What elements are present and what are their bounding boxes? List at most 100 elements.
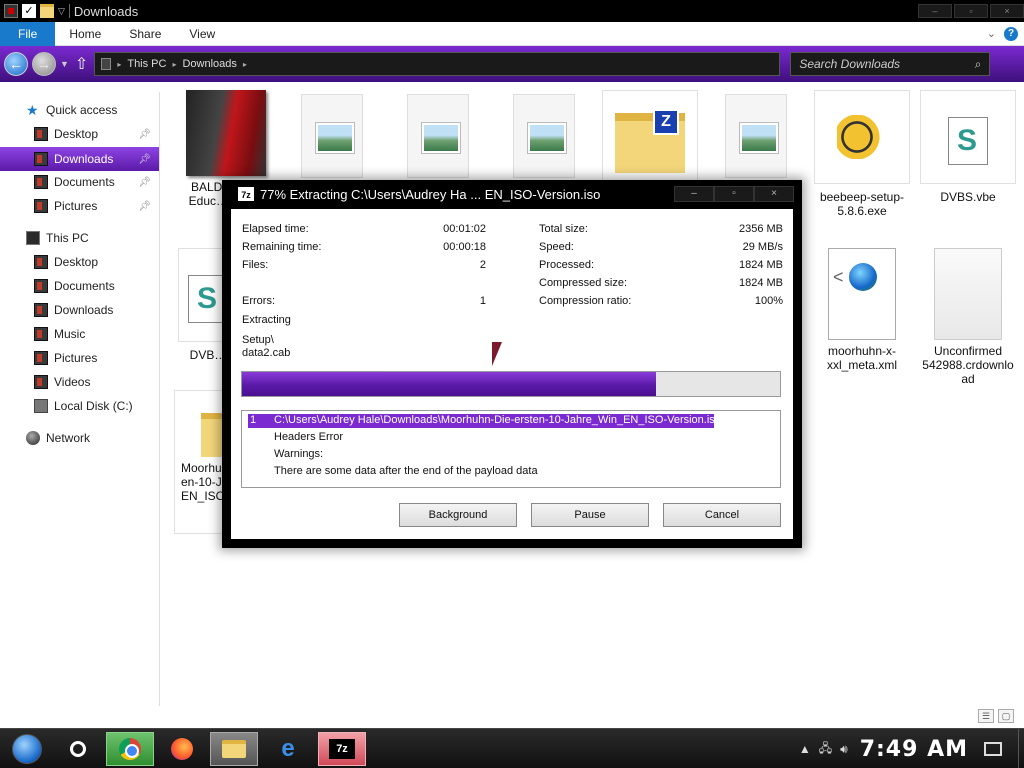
expand-ribbon-icon[interactable]: ⌄ [987,27,996,40]
tab-view[interactable]: View [175,22,229,46]
stat-label: Compression ratio: [539,295,632,307]
back-button[interactable]: ← [4,52,28,76]
system-tray: ▲ 🖧︎ 🔊︎ 7:49 AM [799,729,1024,768]
notification-center-icon[interactable] [984,742,1002,756]
dialog-body: Elapsed time: 00:01:02 Remaining time: 0… [231,209,793,539]
close-button[interactable]: × [990,4,1024,18]
tab-home[interactable]: Home [55,22,115,46]
large-icons-view-icon[interactable]: ▢ [998,709,1014,723]
background-button[interactable]: Background [399,503,517,527]
network-status-icon[interactable]: 🖧︎ [819,739,832,760]
show-desktop-button[interactable] [1018,729,1024,768]
nav-pc-downloads[interactable]: Downloads [0,298,159,322]
breadcrumb-separator[interactable]: ▸ [117,60,121,69]
file-item[interactable] [814,90,910,184]
file-item[interactable] [724,94,788,178]
start-button[interactable] [6,731,46,767]
dialog-minimize-button[interactable]: – [674,186,714,202]
minimize-button[interactable]: – [918,4,952,18]
nav-pc-pictures[interactable]: Pictures [0,346,159,370]
taskbar-file-explorer[interactable] [210,732,258,766]
nav-label: This PC [46,231,89,245]
nav-label: Pictures [54,199,98,213]
address-field[interactable]: ▸ This PC ▸ Downloads ▸ [94,52,781,76]
nav-pc-documents[interactable]: Documents [0,274,159,298]
new-folder-icon[interactable] [40,4,54,18]
file-item[interactable] [406,94,470,178]
cancel-button[interactable]: Cancel [663,503,781,527]
nav-pc-desktop[interactable]: Desktop [0,250,159,274]
file-item[interactable]: moorhuhn-x-xxl_meta.xml [814,248,910,372]
file-item[interactable] [300,94,364,178]
extract-progress-dialog: 7z 77% Extracting C:\Users\Audrey Ha ...… [222,180,802,548]
breadcrumb-separator[interactable]: ▸ [243,60,247,69]
help-icon[interactable]: ? [1004,26,1018,41]
image-file-icon [725,94,787,178]
file-item[interactable]: Unconfirmed 542988.crdownload [920,248,1016,386]
pin-icon[interactable]: 📌︎ [138,201,151,212]
show-hidden-icons-icon[interactable]: ▲ [799,742,811,756]
cortana-button[interactable] [54,732,102,766]
nav-label: Downloads [54,152,114,166]
log-selected-row[interactable]: 1 C:\Users\Audrey Hale\Downloads\Moorhuh… [248,414,721,428]
taskbar-edge[interactable]: e [264,732,312,766]
pin-icon[interactable]: 📌︎ [138,177,151,188]
breadcrumb-this-pc[interactable]: This PC [127,58,166,70]
search-icon[interactable]: ⌕ [975,57,982,72]
nav-label: Music [54,327,86,341]
file-item[interactable] [920,90,1016,184]
nav-quick-desktop[interactable]: Desktop 📌︎ [0,122,159,146]
recent-locations-icon[interactable]: ▼ [60,59,69,69]
elapsed-time-value: 00:01:02 [443,223,486,235]
nav-quick-documents[interactable]: Documents 📌︎ [0,170,159,194]
window-titlebar: ✓ ▽ Downloads – ▫ × [0,0,1024,22]
navigation-pane: ★ Quick access Desktop 📌︎ Downloads 📌︎ D… [0,92,160,706]
stat-label: Files: [242,259,269,271]
nav-pc-videos[interactable]: Videos [0,370,159,394]
breadcrumb-separator[interactable]: ▸ [172,60,176,69]
pin-icon[interactable]: 📌︎ [138,129,151,140]
file-item[interactable] [512,94,576,178]
message-log[interactable]: 1 C:\Users\Audrey Hale\Downloads\Moorhuh… [241,410,781,488]
up-button[interactable]: ⇧ [75,54,88,74]
log-index: 1 [250,414,257,426]
properties-icon[interactable]: ✓ [22,4,36,18]
file-item[interactable] [602,90,698,184]
pin-icon[interactable]: 📌︎ [138,154,151,165]
nav-pc-music[interactable]: Music [0,322,159,346]
taskbar-7zip[interactable]: 7z [318,732,366,766]
downloads-folder-icon [34,152,48,166]
file-name: Unconfirmed 542988.crdownload [922,344,1014,386]
volume-icon[interactable]: 🔊︎ [840,742,848,757]
nav-label: Pictures [54,351,98,365]
nav-network[interactable]: Network [0,426,159,450]
stat-label: Elapsed time: [242,223,309,235]
breadcrumb-downloads[interactable]: Downloads [182,58,236,70]
nav-quick-access[interactable]: ★ Quick access [0,98,159,122]
taskbar-clock[interactable]: 7:49 AM [860,737,968,762]
system-menu-icon[interactable] [4,4,18,18]
tab-file[interactable]: File [0,21,56,46]
current-file-path: Setup\ [242,334,274,346]
nav-label: Local Disk (C:) [54,399,133,413]
nav-label: Documents [54,279,115,293]
nav-pc-local-disk[interactable]: Local Disk (C:) [0,394,159,418]
nav-quick-downloads[interactable]: Downloads 📌︎ [0,147,159,171]
dialog-title: 77% Extracting C:\Users\Audrey Ha ... EN… [260,186,601,202]
customize-toolbar-icon[interactable]: ▽ [58,6,65,17]
dialog-close-button[interactable]: × [754,186,794,202]
taskbar-firefox[interactable] [158,732,206,766]
maximize-button[interactable]: ▫ [954,4,988,18]
videos-folder-icon [34,375,48,389]
dialog-maximize-button[interactable]: ▫ [714,186,754,202]
file-explorer-icon [222,740,246,758]
pause-button[interactable]: Pause [531,503,649,527]
tab-share[interactable]: Share [115,22,175,46]
details-view-icon[interactable]: ☰ [978,709,994,723]
nav-this-pc[interactable]: This PC [0,226,159,250]
forward-button[interactable]: → [32,52,56,76]
cortana-icon [70,741,86,757]
nav-quick-pictures[interactable]: Pictures 📌︎ [0,194,159,218]
taskbar-chrome[interactable] [106,732,154,766]
search-input[interactable]: Search Downloads ⌕ [790,52,991,76]
